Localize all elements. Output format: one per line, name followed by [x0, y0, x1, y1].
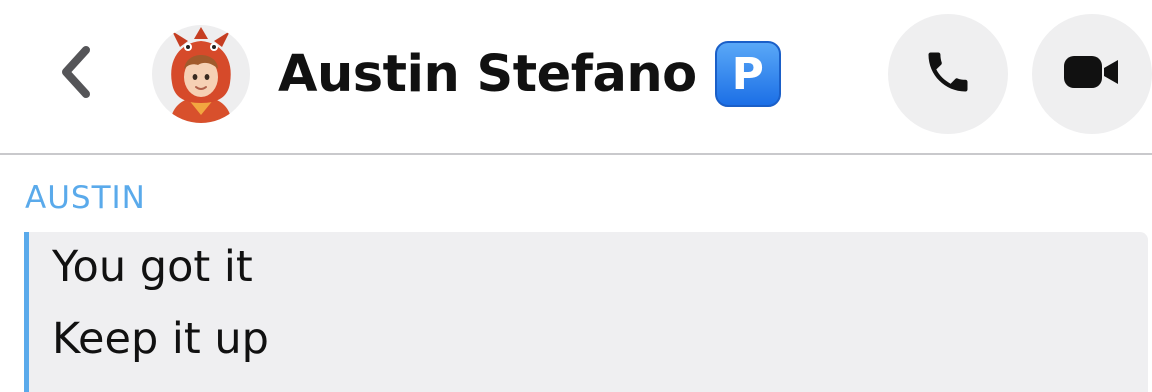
message-group[interactable]: You got it Keep it up	[24, 232, 1148, 392]
call-button[interactable]	[888, 14, 1008, 134]
avatar[interactable]	[152, 25, 250, 123]
video-call-button[interactable]	[1032, 14, 1152, 134]
header-divider	[0, 153, 1152, 155]
message-text[interactable]: You got it	[52, 242, 253, 292]
contact-title[interactable]: Austin Stefano P	[278, 36, 781, 112]
video-camera-icon	[1062, 52, 1122, 97]
badge-letter: P	[731, 48, 764, 100]
back-button[interactable]	[44, 42, 108, 106]
chevron-left-icon	[56, 44, 96, 105]
contact-name: Austin Stefano	[278, 44, 697, 104]
sender-label: AUSTIN	[25, 180, 146, 216]
chat-header: Austin Stefano P	[0, 0, 1152, 154]
p-badge-icon: P	[714, 41, 781, 107]
phone-icon	[922, 46, 974, 103]
message-text[interactable]: Keep it up	[52, 314, 269, 364]
bitmoji-avatar-image	[170, 27, 232, 123]
sender-accent-bar	[24, 232, 29, 392]
